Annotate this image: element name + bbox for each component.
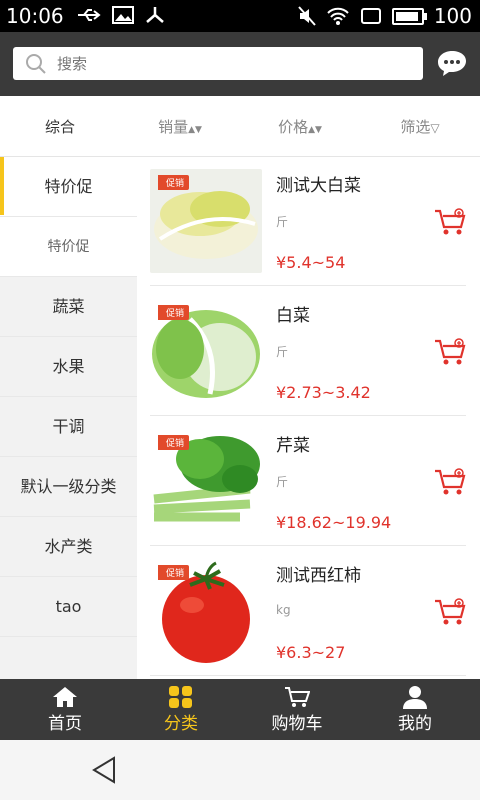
nav-home[interactable]: 首页	[5, 679, 125, 740]
product-name: 白菜	[276, 306, 310, 326]
product-price: ¥18.62~19.94	[276, 513, 392, 532]
category-sidebar: 特价促 特价促 蔬菜 水果 干调 默认一级分类 水产类 tao	[0, 157, 137, 679]
home-icon	[53, 687, 77, 707]
product-unit: 斤	[276, 215, 289, 229]
product-name: 测试大白菜	[276, 176, 361, 196]
battery-level: 100	[433, 4, 472, 28]
category-item-seafood[interactable]: 水产类	[0, 517, 137, 577]
filter-icon: ▽	[430, 121, 440, 135]
promo-badge: 促销	[158, 175, 190, 190]
product-unit: 斤	[276, 475, 289, 489]
product-item[interactable]: 促销 测试西红柿 kg ¥6.3~27	[150, 547, 466, 676]
nav-cart-label: 购物车	[271, 714, 323, 734]
nav-cart[interactable]: 购物车	[237, 679, 357, 740]
wifi-icon	[327, 7, 349, 25]
search-box[interactable]	[13, 47, 423, 80]
tab-label: 销量	[158, 118, 189, 136]
product-unit: 斤	[276, 345, 289, 359]
search-icon	[26, 53, 46, 74]
add-to-cart-icon[interactable]	[434, 207, 466, 237]
category-item-dried[interactable]: 干调	[0, 397, 137, 457]
product-price: ¥2.73~3.42	[276, 383, 371, 402]
system-nav-bar	[0, 740, 480, 800]
sort-arrows-icon: ▲▼	[308, 125, 322, 135]
product-item[interactable]: 促销 测试大白菜 斤 ¥5.4~54	[150, 157, 466, 286]
product-item[interactable]: 促销 芹菜 斤 ¥18.62~19.94	[150, 417, 466, 546]
category-label: 特价促	[44, 177, 93, 196]
tab-sales[interactable]: 销量▲▼	[120, 116, 240, 137]
category-label: 默认一级分类	[20, 477, 117, 496]
category-label: tao	[55, 597, 82, 616]
search-input[interactable]	[55, 53, 379, 74]
nav-home-label: 首页	[48, 714, 82, 734]
usb-icon	[78, 9, 101, 21]
nav-category[interactable]: 分类	[121, 679, 241, 740]
network-icon	[146, 7, 164, 23]
promo-badge: 促销	[158, 565, 190, 580]
promo-badge: 促销	[158, 435, 190, 450]
product-list: 促销 测试大白菜 斤 ¥5.4~54 促销 白菜 斤 ¥2.73~3.42 促销…	[137, 157, 480, 679]
tab-label: 价格	[278, 118, 309, 136]
product-name: 芹菜	[276, 436, 310, 456]
nav-profile-label: 我的	[398, 714, 432, 734]
bottom-nav: 首页 分类 购物车 我的	[0, 679, 480, 740]
product-price: ¥5.4~54	[276, 253, 346, 272]
user-icon	[403, 686, 427, 709]
category-label: 水产类	[44, 537, 93, 556]
sort-bar: 综合 销量▲▼ 价格▲▼ 筛选▽	[0, 96, 480, 157]
product-price: ¥6.3~27	[276, 643, 346, 662]
status-time: 10:06	[6, 4, 64, 28]
tab-comprehensive[interactable]: 综合	[0, 116, 120, 137]
add-to-cart-icon[interactable]	[434, 467, 466, 497]
mute-icon	[298, 6, 316, 26]
tab-filter[interactable]: 筛选▽	[360, 116, 480, 137]
nav-profile[interactable]: 我的	[355, 679, 475, 740]
category-label: 蔬菜	[52, 297, 85, 316]
tab-label: 综合	[44, 118, 75, 136]
tab-label: 筛选	[400, 118, 431, 136]
category-label: 水果	[52, 357, 85, 376]
search-header	[0, 32, 480, 96]
category-label: 干调	[52, 417, 85, 436]
image-icon	[112, 6, 134, 24]
product-name: 测试西红柿	[276, 566, 361, 586]
grid-icon	[169, 686, 192, 708]
sim-icon	[360, 8, 381, 24]
add-to-cart-icon[interactable]	[434, 337, 466, 367]
subcategory-item-special[interactable]: 特价促	[0, 217, 137, 277]
product-item[interactable]: 促销 白菜 斤 ¥2.73~3.42	[150, 287, 466, 416]
tab-price[interactable]: 价格▲▼	[240, 116, 360, 137]
promo-badge: 促销	[158, 305, 190, 320]
message-icon[interactable]	[437, 48, 467, 78]
category-item-vegetables[interactable]: 蔬菜	[0, 277, 137, 337]
nav-category-label: 分类	[164, 714, 198, 734]
sort-arrows-icon: ▲▼	[188, 125, 202, 135]
category-item-tao[interactable]: tao	[0, 577, 137, 637]
back-icon[interactable]	[90, 756, 118, 784]
category-item-special[interactable]: 特价促	[0, 157, 137, 217]
battery-icon	[391, 7, 427, 25]
add-to-cart-icon[interactable]	[434, 597, 466, 627]
category-item-fruit[interactable]: 水果	[0, 337, 137, 397]
category-label: 特价促	[47, 239, 90, 255]
cart-icon	[285, 687, 310, 707]
category-item-default[interactable]: 默认一级分类	[0, 457, 137, 517]
product-unit: kg	[276, 603, 291, 617]
status-bar: 10:06 100	[0, 0, 480, 32]
